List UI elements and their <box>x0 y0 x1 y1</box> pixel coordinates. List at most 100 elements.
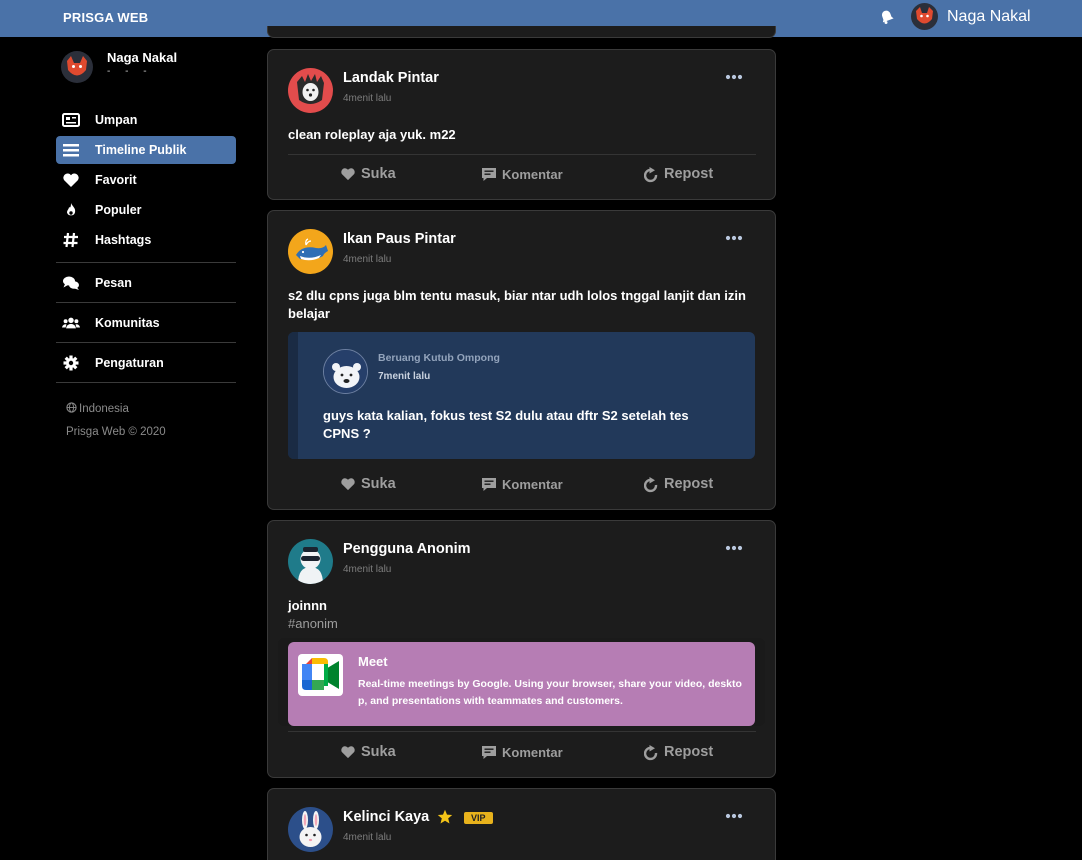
heart-icon <box>63 173 79 187</box>
author-avatar[interactable] <box>288 68 333 113</box>
sidebar-item-pesan[interactable]: Pesan <box>56 269 236 297</box>
like-label: Suka <box>361 744 396 760</box>
author-avatar[interactable] <box>288 539 333 584</box>
gear-icon <box>63 355 79 371</box>
quoted-author-avatar[interactable] <box>323 349 368 394</box>
author-name[interactable]: Pengguna Anonim <box>343 541 471 557</box>
post-text: clean roleplay aja yuk. m22 <box>288 127 456 142</box>
sidebar-divider <box>56 382 236 383</box>
post-card: Pengguna Anonim 4menit lalu joinnn #anon… <box>267 520 776 778</box>
comment-label: Komentar <box>502 167 563 182</box>
author-name[interactable]: Landak Pintar <box>343 70 439 86</box>
sidebar-item-timeline-publik[interactable]: Timeline Publik <box>56 136 236 164</box>
comment-icon <box>482 478 496 491</box>
author-avatar[interactable] <box>288 229 333 274</box>
language-selector[interactable]: Indonesia <box>66 402 129 415</box>
repost-icon <box>644 167 658 183</box>
like-label: Suka <box>361 166 396 182</box>
profile-subtitle: - - - <box>107 66 153 77</box>
post-time: 4menit lalu <box>343 832 392 843</box>
quoted-author-name[interactable]: Beruang Kutub Ompong <box>378 352 500 364</box>
sidebar-divider <box>56 302 236 303</box>
post-time: 4menit lalu <box>343 254 392 265</box>
sidebar-item-label: Pengaturan <box>95 356 164 370</box>
repost-icon <box>644 745 658 761</box>
repost-label: Repost <box>664 476 714 492</box>
sidebar-item-komunitas[interactable]: Komunitas <box>56 309 236 337</box>
link-preview[interactable]: Meet Real-time meetings by Google. Using… <box>288 642 755 726</box>
actions-divider <box>288 731 756 732</box>
users-icon <box>62 317 80 329</box>
heart-icon <box>341 478 355 491</box>
hashtag-link[interactable]: #anonim <box>288 616 338 631</box>
repost-label: Repost <box>664 166 714 182</box>
quoted-post[interactable]: Beruang Kutub Ompong 7menit lalu guys ka… <box>288 332 755 459</box>
link-description: Real-time meetings by Google. Using your… <box>358 678 742 707</box>
comment-icon <box>482 168 496 181</box>
copyright-text: Prisga Web © 2020 <box>66 426 166 438</box>
profile-avatar[interactable] <box>61 51 93 83</box>
post-card: Kelinci Kaya VIP 4menit lalu <box>267 788 776 860</box>
fire-icon <box>67 203 76 216</box>
actions-divider <box>288 154 756 155</box>
sidebar-item-favorit[interactable]: Favorit <box>56 166 236 194</box>
more-options-icon[interactable] <box>725 541 743 555</box>
author-avatar[interactable] <box>288 807 333 852</box>
list-icon <box>63 144 79 157</box>
hashtag-icon <box>63 232 78 248</box>
previous-post-card <box>267 26 776 38</box>
brand-logo-text[interactable]: PRISGA WEB <box>63 10 148 25</box>
like-button[interactable]: Suka <box>340 475 400 495</box>
quote-accent-bar <box>288 332 298 459</box>
vip-badge: VIP <box>464 812 493 824</box>
language-label: Indonesia <box>79 403 129 415</box>
like-button[interactable]: Suka <box>340 743 400 763</box>
repost-button[interactable]: Repost <box>644 743 724 763</box>
heart-icon <box>341 168 355 181</box>
heart-icon <box>341 746 355 759</box>
quoted-post-text: guys kata kalian, fokus test S2 dulu ata… <box>323 408 689 441</box>
post-card: Ikan Paus Pintar 4menit lalu s2 dlu cpns… <box>267 210 776 510</box>
comment-button[interactable]: Komentar <box>481 475 571 495</box>
post-time: 4menit lalu <box>343 564 392 575</box>
chat-icon <box>63 276 79 290</box>
post-card: Landak Pintar 4menit lalu clean roleplay… <box>267 49 776 200</box>
repost-icon <box>644 477 658 493</box>
repost-button[interactable]: Repost <box>644 475 724 495</box>
repost-button[interactable]: Repost <box>644 165 724 185</box>
post-text: s2 dlu cpns juga blm tentu masuk, biar n… <box>288 288 746 321</box>
sidebar-item-pengaturan[interactable]: Pengaturan <box>56 349 236 377</box>
sidebar-item-label: Populer <box>95 203 142 217</box>
globe-icon <box>66 402 77 413</box>
like-label: Suka <box>361 476 396 492</box>
post-time: 4menit lalu <box>343 93 392 104</box>
sidebar-item-label: Hashtags <box>95 233 152 247</box>
sidebar-item-label: Umpan <box>95 113 138 127</box>
comment-button[interactable]: Komentar <box>481 165 571 185</box>
newspaper-icon <box>62 113 80 127</box>
sidebar-divider <box>56 342 236 343</box>
sidebar-item-label: Pesan <box>95 276 132 290</box>
quoted-post-time: 7menit lalu <box>378 371 431 382</box>
more-options-icon[interactable] <box>725 70 743 84</box>
sidebar-item-label: Favorit <box>95 173 137 187</box>
author-name[interactable]: Ikan Paus Pintar <box>343 231 456 247</box>
sidebar-item-hashtags[interactable]: Hashtags <box>56 226 236 254</box>
sidebar-item-label: Komunitas <box>95 316 160 330</box>
user-name[interactable]: Naga Nakal <box>947 8 1031 26</box>
comment-label: Komentar <box>502 477 563 492</box>
avatar[interactable] <box>911 3 938 30</box>
sidebar-item-populer[interactable]: Populer <box>56 196 236 224</box>
comment-button[interactable]: Komentar <box>481 743 571 763</box>
sidebar-item-umpan[interactable]: Umpan <box>56 106 236 134</box>
more-options-icon[interactable] <box>725 809 743 823</box>
like-button[interactable]: Suka <box>340 165 400 185</box>
more-options-icon[interactable] <box>725 231 743 245</box>
star-icon <box>437 809 453 824</box>
repost-label: Repost <box>664 744 714 760</box>
author-name[interactable]: Kelinci Kaya <box>343 809 429 825</box>
meet-logo-icon <box>298 654 343 696</box>
profile-name[interactable]: Naga Nakal <box>107 50 177 65</box>
comment-icon <box>482 746 496 759</box>
bell-icon[interactable] <box>879 9 895 25</box>
